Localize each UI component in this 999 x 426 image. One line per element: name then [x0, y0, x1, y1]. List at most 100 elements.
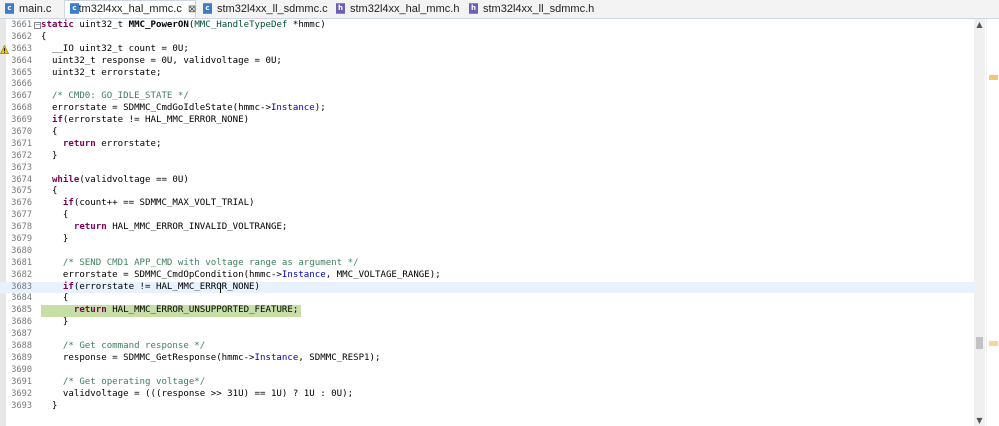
code-line[interactable]: 3687	[0, 329, 974, 341]
code-text: uint32_t response = 0U, validvoltage = 0…	[41, 55, 282, 66]
tab-stm32l4xx-hal-mmc-h[interactable]: h stm32l4xx_hal_mmc.h	[331, 0, 463, 18]
code-line[interactable]: 3679 }	[0, 234, 974, 246]
code-line[interactable]: 3683 if(errorstate != HAL_MMC_ERROR_NONE…	[0, 281, 974, 294]
code-text: }	[41, 234, 69, 245]
line-number: 3666	[11, 79, 32, 90]
tab-label: stm32l4xx_hal_mmc.c	[73, 3, 182, 15]
line-number: 3668	[11, 103, 32, 114]
line-number: 3689	[11, 352, 32, 363]
code-line[interactable]: 3680	[0, 246, 974, 258]
code-text: /* Get command response */	[62, 341, 206, 352]
text-cursor	[220, 282, 221, 293]
tab-main-c[interactable]: c main.c	[0, 0, 62, 18]
code-line[interactable]: 3670 {	[0, 127, 974, 139]
scroll-down-icon[interactable]: ▼	[974, 415, 985, 426]
code-line[interactable]: 3663 __IO uint32_t count = 0U;	[0, 44, 974, 56]
line-number: 3687	[11, 329, 32, 340]
line-number: 3663	[11, 43, 32, 54]
code-text: if(count++ == SDMMC_MAX_VOLT_TRIAL)	[62, 198, 255, 209]
tab-label: stm32l4xx_hal_mmc.h	[350, 3, 460, 15]
tab-label: stm32l4xx_ll_sdmmc.h	[483, 3, 595, 15]
code-line[interactable]: 3692 validvoltage = (((response >> 31U) …	[0, 389, 974, 401]
code-text: }	[41, 400, 58, 411]
code-text: return errorstate;	[62, 138, 162, 149]
line-number: 3686	[11, 317, 32, 328]
line-number: 3672	[11, 150, 32, 161]
code-line[interactable]: 3676 if(count++ == SDMMC_MAX_VOLT_TRIAL)	[0, 198, 974, 210]
line-number: 3665	[11, 67, 32, 78]
code-text: response = SDMMC_GetResponse(hmmc->Insta…	[41, 352, 381, 363]
code-text: if(errorstate != HAL_MMC_ERROR_NONE)	[62, 281, 261, 292]
code-editor[interactable]: 3661− static uint32_t MMC_PowerON(MMC_Han…	[0, 19, 999, 426]
line-number: 3675	[11, 186, 32, 197]
code-text: while(validvoltage == 0U)	[51, 174, 189, 185]
code-text: errorstate = SDMMC_CmdOpCondition(hmmc->…	[41, 269, 441, 280]
code-line[interactable]: 3682 errorstate = SDMMC_CmdOpCondition(h…	[0, 270, 974, 282]
scroll-up-icon[interactable]: ▲	[974, 19, 985, 30]
code-text: return HAL_MMC_ERROR_INVALID_VOLTRANGE;	[73, 222, 288, 233]
line-number: 3693	[11, 400, 32, 411]
line-number: 3661	[11, 20, 32, 30]
code-line[interactable]: 3678 return HAL_MMC_ERROR_INVALID_VOLTRA…	[0, 222, 974, 234]
code-line[interactable]: 3662 {	[0, 32, 974, 44]
tab-stm32l4xx-ll-sdmmc-c[interactable]: c stm32l4xx_ll_sdmmc.c	[198, 0, 330, 18]
line-number: 3667	[11, 91, 32, 102]
fold-toggle-icon[interactable]: −	[34, 22, 41, 29]
code-line[interactable]: 3661− static uint32_t MMC_PowerON(MMC_Han…	[0, 20, 974, 32]
code-text: errorstate = SDMMC_CmdGoIdleState(hmmc->…	[41, 103, 326, 114]
scrollbar-thumb[interactable]	[976, 337, 983, 349]
line-number: 3688	[11, 341, 32, 352]
code-line[interactable]: 3664 uint32_t response = 0U, validvoltag…	[0, 56, 974, 68]
line-number: 3682	[11, 269, 32, 280]
code-line[interactable]: 3684 {	[0, 293, 974, 305]
line-number: 3664	[11, 55, 32, 66]
line-number: 3670	[11, 127, 32, 138]
overview-marker[interactable]	[989, 341, 998, 346]
code-text: static uint32_t MMC_PowerON(MMC_HandleTy…	[41, 20, 326, 30]
code-line[interactable]: 3667 /* CMD0: GO_IDLE_STATE */	[0, 91, 974, 103]
editor-tab-bar: c main.c c stm32l4xx_hal_mmc.c ⊠ c stm32…	[0, 0, 999, 19]
code-text: if(errorstate != HAL_MMC_ERROR_NONE)	[51, 115, 250, 126]
h-file-icon: h	[468, 3, 479, 15]
code-line[interactable]: 3668 errorstate = SDMMC_CmdGoIdleState(h…	[0, 103, 974, 115]
line-number: 3692	[11, 388, 32, 399]
overview-warning-marker[interactable]	[989, 75, 998, 80]
code-line[interactable]: 3674 while(validvoltage == 0U)	[0, 175, 974, 187]
line-number: 3685	[11, 305, 32, 316]
code-line[interactable]: 3685 return HAL_MMC_ERROR_UNSUPPORTED_FE…	[0, 305, 974, 318]
code-line[interactable]: 3681 /* SEND CMD1 APP_CMD with voltage r…	[0, 258, 974, 270]
code-line[interactable]: 3677 {	[0, 210, 974, 222]
code-text: {	[41, 210, 69, 221]
code-line[interactable]: 3686 }	[0, 317, 974, 329]
code-line[interactable]: 3690	[0, 365, 974, 377]
code-line[interactable]: 3672 }	[0, 151, 974, 163]
code-line[interactable]: 3675 {	[0, 186, 974, 198]
tab-stm32l4xx-ll-sdmmc-h[interactable]: h stm32l4xx_ll_sdmmc.h	[464, 0, 604, 18]
code-line[interactable]: 3693 }	[0, 401, 974, 413]
code-line[interactable]: 3673	[0, 163, 974, 175]
line-number: 3673	[11, 162, 32, 173]
warning-icon[interactable]	[0, 44, 9, 54]
code-line[interactable]: 3688 /* Get command response */	[0, 341, 974, 353]
code-line[interactable]: 3666	[0, 79, 974, 91]
code-line[interactable]: 3691 /* Get operating voltage*/	[0, 377, 974, 389]
line-number: 3677	[11, 210, 32, 221]
vertical-scrollbar[interactable]: ▲ ▼	[974, 19, 985, 426]
code-text: validvoltage = (((response >> 31U) == 1U…	[41, 388, 354, 399]
c-file-icon: c	[4, 3, 15, 15]
code-line[interactable]: 3669 if(errorstate != HAL_MMC_ERROR_NONE…	[0, 115, 974, 127]
tab-stm32l4xx-hal-mmc-c[interactable]: c stm32l4xx_hal_mmc.c ⊠	[64, 0, 196, 18]
code-line[interactable]: 3671 return errorstate;	[0, 139, 974, 151]
code-line[interactable]: 3689 response = SDMMC_GetResponse(hmmc->…	[0, 353, 974, 365]
line-number: 3671	[11, 138, 32, 149]
code-lines[interactable]: 3661− static uint32_t MMC_PowerON(MMC_Han…	[0, 20, 974, 412]
code-line[interactable]: 3665 uint32_t errorstate;	[0, 68, 974, 80]
overview-ruler[interactable]	[986, 19, 999, 426]
close-icon[interactable]: ⊠	[188, 4, 196, 15]
line-number: 3683	[11, 281, 32, 292]
line-number: 3691	[11, 376, 32, 387]
line-number: 3662	[11, 31, 32, 42]
line-number: 3669	[11, 115, 32, 126]
line-number: 3679	[11, 234, 32, 245]
line-number: 3676	[11, 198, 32, 209]
